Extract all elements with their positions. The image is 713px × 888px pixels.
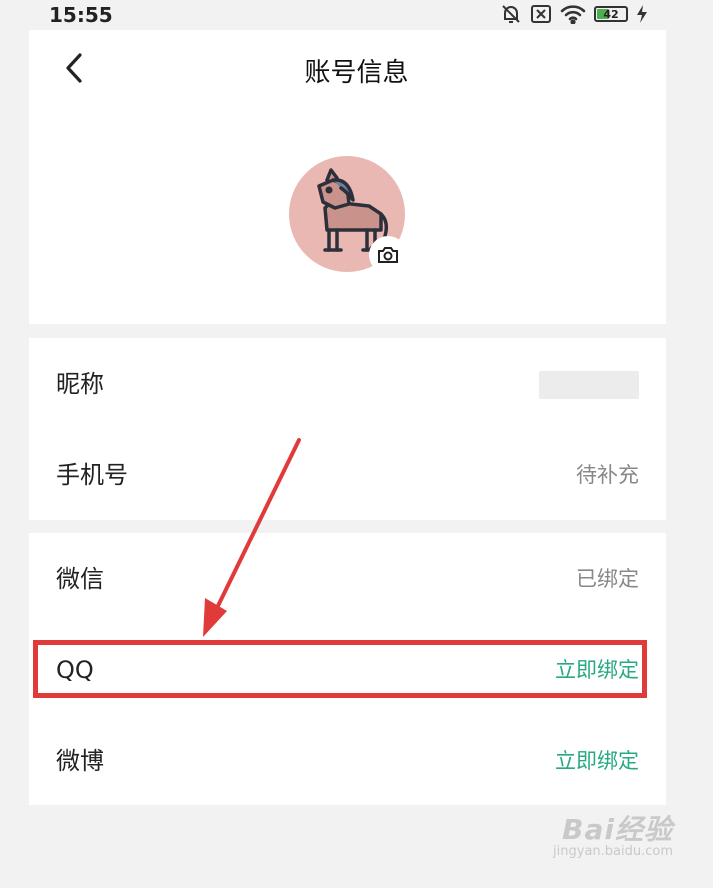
battery-icon: 42 bbox=[594, 6, 628, 22]
charging-icon bbox=[637, 5, 647, 23]
bell-muted-icon bbox=[502, 5, 520, 23]
wechat-row[interactable]: 微信 已绑定 bbox=[29, 533, 666, 625]
qq-highlight-box bbox=[33, 640, 647, 698]
status-time: 15:55 bbox=[49, 3, 113, 27]
status-icons: 42 bbox=[500, 3, 648, 25]
wifi-icon bbox=[560, 5, 586, 24]
nickname-label: 昵称 bbox=[56, 370, 104, 398]
change-avatar-button[interactable] bbox=[369, 236, 407, 274]
camera-icon bbox=[378, 247, 398, 263]
avatar-button[interactable] bbox=[289, 156, 407, 274]
weibo-label: 微博 bbox=[56, 747, 104, 775]
nickname-row[interactable]: 昵称 bbox=[29, 338, 666, 430]
battery-level: 42 bbox=[603, 7, 619, 21]
weibo-bind-link[interactable]: 立即绑定 bbox=[555, 715, 639, 807]
wechat-status: 已绑定 bbox=[576, 567, 639, 591]
phone-label: 手机号 bbox=[56, 461, 128, 489]
watermark: Bai经验 jingyan.baidu.com bbox=[553, 808, 673, 859]
status-bar: 15:55 42 bbox=[0, 0, 713, 30]
no-sim-icon bbox=[531, 5, 551, 23]
phone-row[interactable]: 手机号 待补充 bbox=[29, 429, 666, 521]
phone-value: 待补充 bbox=[576, 463, 639, 487]
nickname-value-redacted bbox=[539, 371, 639, 399]
watermark-url: jingyan.baidu.com bbox=[553, 844, 673, 859]
watermark-brand: Bai经验 bbox=[562, 813, 673, 846]
weibo-row[interactable]: 微博 立即绑定 bbox=[29, 715, 666, 807]
wechat-label: 微信 bbox=[56, 565, 104, 593]
page-title: 账号信息 bbox=[304, 58, 409, 88]
